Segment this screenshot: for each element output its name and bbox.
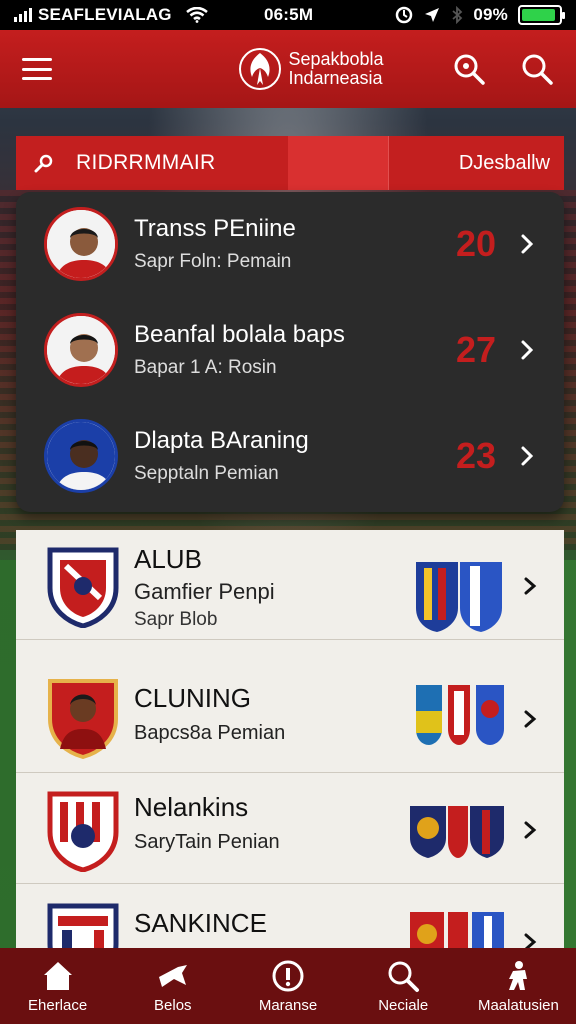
player-avatar — [44, 313, 118, 387]
club-row[interactable]: CLUNING Bapcs8a Pemian — [16, 663, 564, 773]
player-icon — [509, 960, 528, 990]
hamburger-icon[interactable] — [22, 58, 52, 80]
eagle-logo-icon — [239, 48, 282, 90]
club-title: Nelankins — [134, 792, 249, 822]
player-row[interactable]: Beanfal bolala baps Bapar 1 A: Rosin 27 — [16, 298, 564, 402]
wifi-icon — [185, 7, 208, 23]
club-crest-icon — [47, 791, 119, 872]
clubs-list: ALUB Gamfier Penpi Sapr Blob CLUNING Bap… — [16, 530, 564, 950]
chevron-right-icon — [524, 821, 537, 839]
search-icon — [522, 54, 553, 85]
info-icon — [272, 960, 304, 991]
chevron-right-icon — [521, 234, 534, 254]
club-line: Bapcs8a Pemian — [134, 722, 286, 744]
status-bar: SEAFLEVIALAG 06:5M 09% — [0, 0, 576, 30]
search-tab-label: RIDRRMMAIR — [76, 151, 216, 174]
club-subtitle: Sapr Blob — [134, 609, 218, 630]
club-flags — [412, 558, 506, 634]
tab-right[interactable]: DJesballw — [388, 136, 564, 190]
nav-home[interactable]: Eherlace — [0, 948, 115, 1024]
club-row[interactable]: SANKINCE — [16, 886, 564, 950]
search-icon — [388, 961, 420, 992]
club-title: ALUB — [134, 544, 202, 574]
battery-percent: 09% — [473, 5, 508, 24]
location-icon — [425, 8, 440, 22]
battery-icon — [518, 5, 565, 25]
chevron-right-icon — [521, 340, 534, 360]
nav-maalatusien[interactable]: Maalatusien — [461, 948, 576, 1024]
player-subtitle: Sapr Foln: Pemain — [134, 251, 292, 272]
player-subtitle: Bapar 1 A: Rosin — [134, 357, 277, 378]
club-row[interactable]: ALUB Gamfier Penpi Sapr Blob — [16, 530, 564, 640]
club-flags — [408, 908, 506, 950]
chevron-right-icon — [521, 446, 534, 466]
club-crest-icon — [47, 547, 119, 628]
app-header: Sepakbobla Indarneasia — [0, 30, 576, 108]
club-crest-icon — [47, 903, 119, 950]
player-name: Transs PEniine — [134, 215, 296, 242]
nav-belos-label: Belos — [154, 996, 192, 1014]
player-number: 27 — [455, 329, 496, 370]
nav-maalatusien-label: Maalatusien — [477, 996, 559, 1014]
bottom-nav: Eherlace Belos Maranse Neciale Maalatusi… — [0, 948, 576, 1024]
app-title-line2: Indarneasia — [288, 68, 383, 88]
player-number: 20 — [455, 223, 496, 264]
player-subtitle: Sepptaln Pemian — [134, 463, 279, 484]
search-button[interactable] — [452, 52, 486, 86]
club-row[interactable]: Nelankins SaryTain Penian — [16, 774, 564, 884]
chevron-right-icon — [524, 710, 537, 728]
nav-maranse[interactable]: Maranse — [230, 948, 345, 1024]
players-card: Transs PEniine Sapr Foln: Pemain 20 Bean… — [16, 192, 564, 512]
nav-home-label: Eherlace — [28, 996, 88, 1014]
carrier-name: SEAFLEVIALAG — [38, 5, 172, 24]
player-name: Beanfal bolala baps — [134, 321, 345, 348]
nav-neciale[interactable]: Neciale — [346, 948, 461, 1024]
player-number: 23 — [455, 435, 496, 476]
player-name: Dlapta BAraning — [134, 427, 309, 454]
player-avatar — [44, 419, 118, 493]
clock: 06:5M — [264, 5, 314, 24]
search-icon — [34, 154, 53, 173]
search-tab[interactable]: RIDRRMMAIR — [16, 136, 288, 190]
club-flags — [414, 681, 506, 747]
home-icon — [43, 961, 72, 990]
bluetooth-icon — [452, 6, 463, 24]
nav-belos[interactable]: Belos — [115, 948, 230, 1024]
nav-neciale-label: Neciale — [378, 996, 429, 1014]
club-title: CLUNING — [134, 683, 252, 713]
whistle-icon — [158, 964, 187, 987]
player-row[interactable]: Transs PEniine Sapr Foln: Pemain 20 — [16, 192, 564, 296]
filter-bar: RIDRRMMAIR DJesballw — [16, 136, 564, 190]
sync-icon — [396, 6, 413, 24]
nav-maranse-label: Maranse — [258, 996, 318, 1014]
search-icon — [454, 54, 485, 85]
app-title-line1: Sepakbobla — [288, 49, 384, 69]
search-button-2[interactable] — [520, 52, 554, 86]
chevron-right-icon — [524, 577, 537, 595]
club-line: SaryTain Penian — [134, 831, 280, 853]
tab-selected[interactable] — [288, 136, 388, 190]
player-avatar — [44, 207, 118, 281]
signal-icon — [14, 8, 32, 22]
club-title: SANKINCE — [134, 908, 267, 938]
app-brand: Sepakbobla Indarneasia — [238, 47, 384, 91]
tab-right-label: DJesballw — [458, 151, 550, 174]
club-crest-icon — [48, 679, 118, 759]
club-flags — [408, 802, 506, 860]
club-line: Gamfier Penpi — [134, 579, 275, 604]
player-row[interactable]: Dlapta BAraning Sepptaln Pemian 23 — [16, 404, 564, 508]
